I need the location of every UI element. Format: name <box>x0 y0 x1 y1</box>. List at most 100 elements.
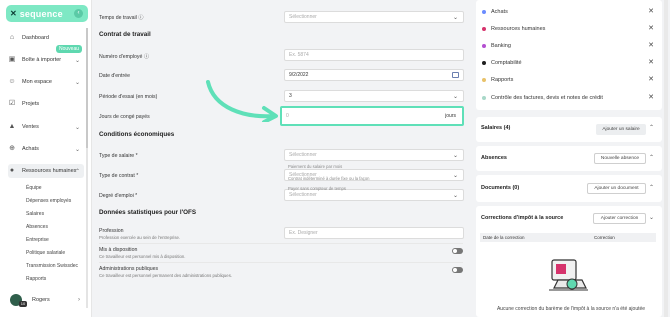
profession-input[interactable]: Ex. Designer <box>284 227 464 239</box>
type-salaire-select[interactable]: Sélectionner ⌄ <box>284 149 464 161</box>
input-value: 0 <box>286 113 289 119</box>
select-placeholder: Sélectionner <box>289 152 317 158</box>
date-entree-label: Date d'entrée <box>99 73 130 79</box>
sidebar-item-achats[interactable]: ⊕ Achats ⌄ <box>8 142 84 156</box>
numero-employe-label: Numéro d'employé ⓘ <box>99 53 149 60</box>
category-label: Comptabilité <box>491 60 522 66</box>
sidebar-item-ressources-humaines[interactable]: ● Ressources humaines ⌃ <box>8 164 84 178</box>
sidebar-subitem[interactable]: Absences <box>26 224 48 230</box>
mis-disposition-toggle[interactable] <box>452 248 463 254</box>
chevron-down-icon: ⌄ <box>74 146 80 153</box>
section-ofs-title: Données statistiques pour l'OFS <box>99 209 197 216</box>
sidebar-item-label: Ressources humaines <box>22 168 77 174</box>
select-placeholder: Sélectionner <box>289 14 317 20</box>
chevron-down-icon[interactable]: ⌄ <box>649 214 654 221</box>
divider <box>99 243 463 244</box>
sidebar: ✕ sequence ‹ ⌂ Dashboard Nouveau ▣ Boîte… <box>0 0 92 317</box>
chevron-down-icon: ⌄ <box>452 14 458 21</box>
lock-icon: ▲ <box>8 123 16 130</box>
sidebar-subitem[interactable]: Équipe <box>26 185 42 191</box>
new-badge: Nouveau <box>56 45 83 53</box>
brand-logo[interactable]: ✕ sequence ‹ <box>6 5 88 22</box>
sidebar-subitem[interactable]: Transmission Swissdec <box>26 263 78 269</box>
user-badge: 10 <box>19 301 27 307</box>
logo-mark-icon: ✕ <box>10 9 17 18</box>
remove-category-icon[interactable]: ✕ <box>648 24 654 32</box>
sidebar-subitem[interactable]: Dépenses employés <box>26 198 71 204</box>
add-correction-button[interactable]: Ajouter correction <box>593 213 646 224</box>
category-item: Banking <box>482 43 511 49</box>
app-root: ✕ sequence ‹ ⌂ Dashboard Nouveau ▣ Boîte… <box>0 0 670 317</box>
chevron-down-icon: ⌄ <box>452 93 458 100</box>
category-item: Ressources humaines <box>482 26 545 32</box>
home-icon: ⌂ <box>9 34 15 41</box>
remove-category-icon[interactable]: ✕ <box>648 7 654 15</box>
empty-state-text: Aucune correction du barème de l'impôt à… <box>496 306 646 312</box>
salaires-card: Salaires (4) Ajouter un salaire ⌃ <box>476 117 662 142</box>
category-dot <box>482 78 486 82</box>
corrections-card: Corrections d'impôt à la source Ajouter … <box>476 206 662 317</box>
info-icon: ⓘ <box>138 15 144 21</box>
sidebar-item-mon-espace[interactable]: ☺ Mon espace ⌄ <box>8 75 84 89</box>
info-icon: ⓘ <box>143 54 150 60</box>
column-header: Date de la correction <box>483 235 525 240</box>
inbox-icon: ▣ <box>8 56 16 63</box>
temps-travail-label: Temps de travail ⓘ <box>99 14 143 21</box>
calendar-icon[interactable] <box>452 72 459 78</box>
sidebar-subitem[interactable]: Rapports <box>26 276 46 282</box>
mis-disposition-desc: Ce travailleur est personnel mis à dispo… <box>99 254 186 259</box>
input-value: 9/2/2022 <box>289 72 309 78</box>
remove-category-icon[interactable]: ✕ <box>648 41 654 49</box>
sidebar-scrollbar[interactable] <box>86 28 88 308</box>
categories-card: Achats ✕ Ressources humaines ✕ Banking ✕… <box>476 0 662 110</box>
absences-card: Absences Nouvelle absence ⌃ <box>476 146 662 171</box>
sidebar-item-boite[interactable]: ▣ Boîte à importer ⌄ <box>8 53 84 67</box>
chevron-down-icon: ⌄ <box>74 79 80 86</box>
category-label: Banking <box>491 43 511 49</box>
collapse-icon[interactable]: ‹ <box>74 9 83 18</box>
jours-conge-input[interactable]: 0 jours <box>280 106 464 126</box>
chevron-up-icon[interactable]: ⌃ <box>649 124 654 131</box>
user-icon: ☺ <box>8 78 16 85</box>
chevron-up-icon[interactable]: ⌃ <box>649 184 654 191</box>
annotation-arrow-icon <box>206 80 278 122</box>
new-absence-button[interactable]: Nouvelle absence <box>594 153 646 164</box>
add-document-button[interactable]: Ajouter un document <box>587 183 646 194</box>
remove-category-icon[interactable]: ✕ <box>648 93 654 101</box>
category-item: Comptabilité <box>482 60 522 66</box>
sidebar-subitem[interactable]: Salaires <box>26 211 44 217</box>
add-salary-button[interactable]: Ajouter un salaire <box>596 124 646 135</box>
sidebar-subitem[interactable]: Entreprise <box>26 237 49 243</box>
chevron-up-icon[interactable]: ⌃ <box>649 154 654 161</box>
brand-name: sequence <box>19 8 63 19</box>
temps-travail-select[interactable]: Sélectionner ⌄ <box>284 11 464 23</box>
type-contrat-hint: Contrat indéterminé à durée fixe ou la f… <box>288 176 370 181</box>
main-form: Temps de travail ⓘ Sélectionner ⌄ Contrat… <box>92 0 470 317</box>
remove-category-icon[interactable]: ✕ <box>648 58 654 66</box>
label-text: Temps de travail <box>99 15 137 21</box>
category-item: Achats <box>482 9 508 15</box>
sidebar-subitem[interactable]: Politique salariale <box>26 250 65 256</box>
user-menu[interactable]: 10 Rogers › <box>10 294 80 307</box>
remove-category-icon[interactable]: ✕ <box>648 75 654 83</box>
numero-employe-input[interactable]: Ex. 5874 <box>284 49 464 61</box>
sidebar-item-label: Ventes <box>22 124 39 130</box>
corrections-title: Corrections d'impôt à la source <box>481 215 564 221</box>
documents-title: Documents (0) <box>481 185 520 191</box>
category-label: Contrôle des factures, devis et notes de… <box>491 95 603 101</box>
admin-publiques-toggle[interactable] <box>452 267 463 273</box>
sidebar-item-ventes[interactable]: ▲ Ventes ⌄ <box>8 120 84 134</box>
category-item: Contrôle des factures, devis et notes de… <box>482 95 603 101</box>
sidebar-item-dashboard[interactable]: ⌂ Dashboard <box>8 31 84 45</box>
category-dot <box>482 61 486 65</box>
type-contrat-label: Type de contrat * <box>99 173 139 179</box>
category-label: Ressources humaines <box>491 26 546 32</box>
periode-essai-label: Période d'essai (en mois) <box>99 94 158 100</box>
input-placeholder: Ex. Designer <box>289 230 318 236</box>
category-dot <box>482 44 486 48</box>
date-entree-input[interactable]: 9/2/2022 <box>284 69 464 81</box>
page-scrollbar[interactable] <box>664 0 668 317</box>
periode-essai-select[interactable]: 3 ⌄ <box>284 90 464 102</box>
sidebar-item-projets[interactable]: ☑ Projets <box>8 97 84 111</box>
scrollbar-thumb[interactable] <box>86 28 88 148</box>
